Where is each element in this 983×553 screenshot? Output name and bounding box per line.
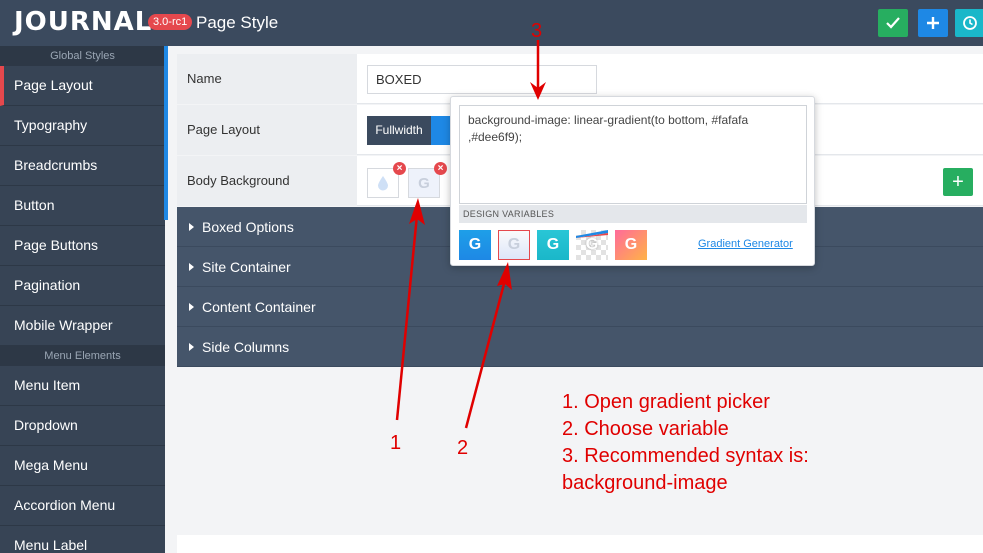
accordion-label: Boxed Options <box>202 219 294 235</box>
annotation-marker-1: 1 <box>390 432 402 454</box>
top-bar: JOURNAL 3.0-rc1 Page Style <box>0 0 983 46</box>
add-background-button[interactable]: + <box>943 168 973 196</box>
gradient-popover: background-image: linear-gradient(to bot… <box>450 96 815 266</box>
fullwidth-option[interactable]: Fullwidth <box>367 116 431 145</box>
sidebar-section-title: Global Styles <box>0 46 165 66</box>
swatch-letter: G <box>546 236 560 253</box>
caret-right-icon <box>189 223 194 231</box>
css-value-textarea[interactable]: background-image: linear-gradient(to bot… <box>459 105 807 204</box>
journal-logo: JOURNAL <box>14 7 153 37</box>
sidebar-item-menu-item[interactable]: Menu Item <box>0 366 165 406</box>
content-footer <box>177 535 983 553</box>
caret-right-icon <box>189 303 194 311</box>
remove-gradient-icon[interactable]: × <box>434 162 447 175</box>
caret-right-icon <box>189 263 194 271</box>
add-button[interactable] <box>918 9 948 37</box>
version-badge: 3.0-rc1 <box>148 14 193 30</box>
sidebar-item-menu-label[interactable]: Menu Label <box>0 526 165 553</box>
sidebar-section-title: Menu Elements <box>0 346 165 366</box>
sidebar-item-dropdown[interactable]: Dropdown <box>0 406 165 446</box>
sidebar-item-button[interactable]: Button <box>0 186 165 226</box>
sidebar-item-page-layout[interactable]: Page Layout <box>0 66 165 106</box>
accordion-label: Side Columns <box>202 339 290 355</box>
gradient-generator-link[interactable]: Gradient Generator <box>698 238 793 250</box>
sidebar-item-pagination[interactable]: Pagination <box>0 266 165 306</box>
instruction-step: 1. Open gradient picker <box>562 391 770 413</box>
save-button[interactable] <box>878 9 908 37</box>
page-layout-label: Page Layout <box>177 105 357 155</box>
sidebar-item-mega-menu[interactable]: Mega Menu <box>0 446 165 486</box>
design-variables-header: DESIGN VARIABLES <box>459 205 807 223</box>
annotation-marker-3: 3 <box>531 20 543 42</box>
annotation-instructions: 1. Open gradient picker 2. Choose variab… <box>562 389 809 497</box>
sidebar-item-accordion-menu[interactable]: Accordion Menu <box>0 486 165 526</box>
swatch-letter: G <box>585 236 599 253</box>
accordion-side-columns[interactable]: Side Columns <box>177 327 983 367</box>
accordion-label: Content Container <box>202 299 316 315</box>
page-title: Page Style <box>196 13 279 32</box>
accordion-label: Site Container <box>202 259 291 275</box>
plus-icon <box>927 17 939 29</box>
name-label: Name <box>177 54 357 104</box>
gradient-swatch-pink[interactable]: G <box>615 230 647 260</box>
gradient-swatch-blue[interactable]: G <box>459 230 491 260</box>
sidebar-item-breadcrumbs[interactable]: Breadcrumbs <box>0 146 165 186</box>
caret-right-icon <box>189 343 194 351</box>
history-icon <box>963 16 977 30</box>
sidebar-item-typography[interactable]: Typography <box>0 106 165 146</box>
swatch-letter: G <box>624 236 638 253</box>
history-button[interactable] <box>955 9 983 37</box>
check-icon <box>886 17 900 29</box>
drop-icon <box>378 176 388 191</box>
gradient-swatch-teal[interactable]: G <box>537 230 569 260</box>
body-background-label: Body Background <box>177 156 357 206</box>
gradient-swatch-transparent[interactable]: G <box>576 230 608 260</box>
remove-image-icon[interactable]: × <box>393 162 406 175</box>
sidebar-scrollbar[interactable] <box>164 46 168 220</box>
annotation-marker-2: 2 <box>457 437 469 459</box>
instruction-step: 3. Recommended syntax is: <box>562 445 809 467</box>
instruction-step: background-image <box>562 472 728 494</box>
sidebar: Global Styles Page Layout Typography Breadc… <box>0 46 165 553</box>
swatch-letter: G <box>507 236 521 253</box>
swatch-letter: G <box>468 236 482 253</box>
accordion-content-container[interactable]: Content Container <box>177 287 983 327</box>
gradient-g-icon: G <box>418 174 430 192</box>
gradient-swatch-light-selected[interactable]: G <box>498 230 530 260</box>
boxed-option[interactable] <box>431 116 451 145</box>
name-input[interactable]: BOXED <box>367 65 597 94</box>
sidebar-item-page-buttons[interactable]: Page Buttons <box>0 226 165 266</box>
sidebar-item-mobile-wrapper[interactable]: Mobile Wrapper <box>0 306 165 346</box>
instruction-step: 2. Choose variable <box>562 418 729 440</box>
